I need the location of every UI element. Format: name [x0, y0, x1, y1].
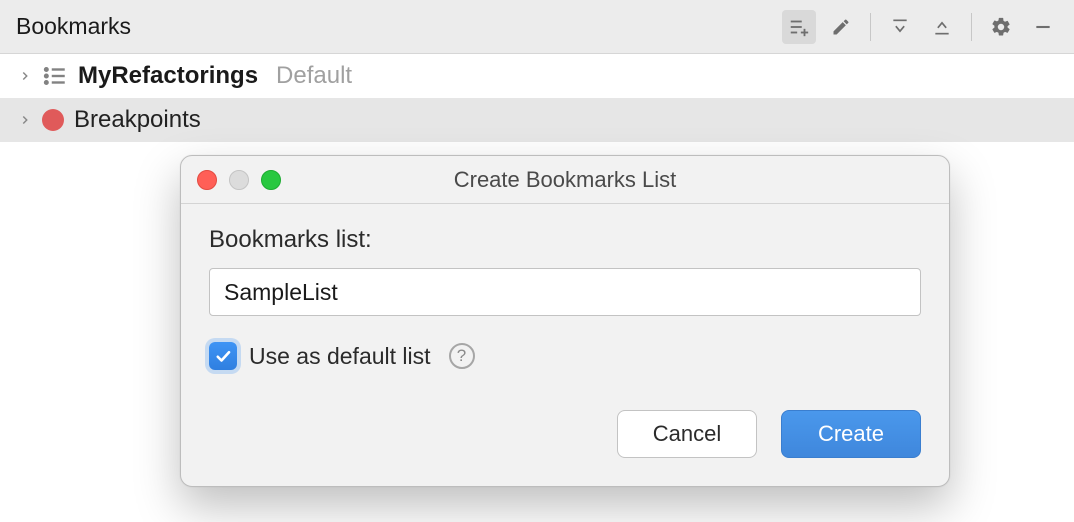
window-controls: [197, 170, 281, 190]
window-minimize-button[interactable]: [229, 170, 249, 190]
bookmark-list-icon: [42, 63, 68, 89]
toolbar-separator: [870, 13, 871, 41]
dialog-titlebar[interactable]: Create Bookmarks List: [181, 156, 949, 204]
name-field-label: Bookmarks list:: [209, 226, 921, 254]
breakpoint-dot-icon: [42, 109, 64, 131]
use-default-checkbox[interactable]: [209, 342, 237, 370]
panel-title: Bookmarks: [16, 13, 782, 40]
tree-item-label: MyRefactorings: [78, 62, 258, 90]
settings-button[interactable]: [984, 10, 1018, 44]
window-close-button[interactable]: [197, 170, 217, 190]
dialog-body: Bookmarks list: Use as default list ?: [181, 204, 949, 380]
collapse-all-icon: [932, 17, 952, 37]
dialog-button-row: Cancel Create: [181, 380, 949, 486]
chevron-right-icon: [18, 69, 32, 83]
cancel-button-label: Cancel: [653, 421, 721, 447]
create-button-label: Create: [818, 421, 884, 447]
tree-item-label: Breakpoints: [74, 106, 201, 134]
toolbar-separator: [971, 13, 972, 41]
bookmarks-list-name-input[interactable]: [209, 268, 921, 316]
tree-row-myrefactorings[interactable]: MyRefactorings Default: [0, 54, 1074, 98]
help-icon[interactable]: ?: [449, 343, 475, 369]
checkmark-icon: [214, 347, 232, 365]
expand-all-button[interactable]: [883, 10, 917, 44]
panel-toolbar: [782, 10, 1060, 44]
collapse-all-button[interactable]: [925, 10, 959, 44]
edit-button[interactable]: [824, 10, 858, 44]
pencil-icon: [831, 17, 851, 37]
tree-item-suffix: Default: [276, 62, 352, 90]
expand-all-icon: [890, 17, 910, 37]
minimize-icon: [1033, 17, 1053, 37]
create-bookmarks-list-dialog: Create Bookmarks List Bookmarks list: Us…: [180, 155, 950, 487]
dialog-title: Create Bookmarks List: [197, 167, 933, 193]
window-zoom-button[interactable]: [261, 170, 281, 190]
add-list-icon: [788, 16, 810, 38]
create-button[interactable]: Create: [781, 410, 921, 458]
use-default-label: Use as default list: [249, 343, 431, 370]
add-list-button[interactable]: [782, 10, 816, 44]
hide-panel-button[interactable]: [1026, 10, 1060, 44]
gear-icon: [990, 16, 1012, 38]
chevron-right-icon: [18, 113, 32, 127]
tree-row-breakpoints[interactable]: Breakpoints: [0, 98, 1074, 142]
cancel-button[interactable]: Cancel: [617, 410, 757, 458]
bookmarks-tree[interactable]: MyRefactorings Default Breakpoints: [0, 54, 1074, 142]
bookmarks-panel-header: Bookmarks: [0, 0, 1074, 54]
